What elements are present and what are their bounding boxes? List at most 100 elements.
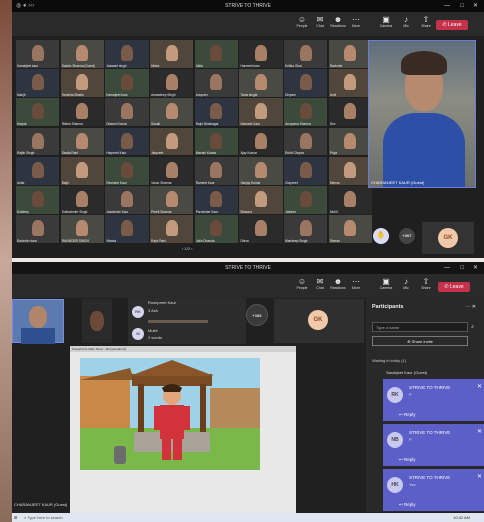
participant-tile[interactable]: Rohit Chopra: [284, 127, 328, 156]
leave-button[interactable]: ✆ Leave: [438, 282, 470, 292]
more-button[interactable]: ⋯ More: [348, 15, 364, 28]
people-button[interactable]: ☺ People: [294, 15, 310, 28]
reply-button[interactable]: ↩ Reply: [399, 502, 416, 508]
participant-tile[interactable]: Kritika Ghai: [284, 40, 328, 68]
participant-tile[interactable]: Tania singla: [239, 69, 283, 97]
participant-tile[interactable]: Rajni Rani: [150, 215, 194, 243]
participant-tile[interactable]: Dharmi Kumar: [105, 98, 149, 127]
participant-tile[interactable]: Bhawna: [239, 186, 283, 214]
overflow-count-badge[interactable]: +207: [399, 228, 415, 244]
chevron-right-icon[interactable]: ›: [190, 246, 192, 251]
participant-tile[interactable]: Mohit: [328, 186, 372, 214]
participant-tile[interactable]: Ravinder: [328, 40, 372, 68]
shared-screen[interactable]: PowerPoint Slide Show - [Presentation1]: [70, 346, 296, 514]
chat-notification[interactable]: NB STRIVE TO THRIVE P ↩ Reply ✕: [383, 424, 484, 466]
chat-notification[interactable]: RK STRIVE TO THRIVE P ↩ Reply ✕: [383, 379, 484, 421]
grid-pager[interactable]: ‹ 1/2 ›: [182, 246, 192, 251]
participant-tile[interactable]: Nisha: [150, 40, 194, 68]
participant-tile[interactable]: Savita Rani: [60, 127, 104, 156]
share-button[interactable]: ⇧ Share: [418, 277, 434, 290]
camera-button[interactable]: ▣ Camera: [378, 277, 394, 290]
participant-tile[interactable]: Anupam: [194, 69, 238, 97]
share-invite-button[interactable]: ⊕ Share invite: [372, 336, 468, 346]
participant-tile[interactable]: Kamaljeet kaur: [105, 69, 149, 97]
participant-tile[interactable]: Harpreet Kaur: [105, 127, 149, 156]
people-button[interactable]: ☺ People: [294, 277, 310, 290]
participant-tile[interactable]: Anita: [16, 156, 60, 185]
close-button[interactable]: ✕: [473, 0, 478, 12]
mic-button[interactable]: ♪ Mic: [398, 15, 414, 28]
taskbar-search[interactable]: ⌕ Type here to search: [24, 513, 63, 522]
participant-tile[interactable]: Kamaljeet kaur: [16, 40, 60, 68]
participant-tile[interactable]: Jaswant singh: [105, 40, 149, 68]
participant-tile[interactable]: Dhruv: [239, 215, 283, 243]
start-icon[interactable]: ⊞: [14, 513, 17, 522]
participant-tile[interactable]: Sanjay Kumar: [239, 156, 283, 185]
participant-tile[interactable]: Meena: [328, 156, 372, 185]
reply-button[interactable]: ↩ Reply: [399, 457, 416, 463]
hand-raise-icon[interactable]: ✋: [373, 228, 389, 244]
participant-tile[interactable]: Harshita Bhatia: [60, 69, 104, 97]
participant-tile[interactable]: Manish Kumar: [194, 127, 238, 156]
participant-tile[interactable]: Harpal: [16, 98, 60, 127]
participant-tile[interactable]: Parminder Kaur: [194, 186, 238, 214]
notification-close-icon[interactable]: ✕: [477, 473, 482, 480]
participant-tile[interactable]: Jatin Dhanda: [194, 215, 238, 243]
reply-button[interactable]: ↩ Reply: [399, 412, 416, 418]
participant-tile[interactable]: Navneet Kaur: [239, 98, 283, 127]
participant-tile[interactable]: Gurpreet: [284, 156, 328, 185]
participant-tile[interactable]: Amit: [328, 69, 372, 97]
participant-tile[interactable]: Harmeet kaur: [239, 40, 283, 68]
more-button[interactable]: ⋯ More: [348, 277, 364, 290]
participant-tile[interactable]: Sonali: [150, 98, 194, 127]
participant-tile[interactable]: Sachin Sharma (Guest): [60, 40, 104, 68]
participant-tile[interactable]: Jaspreet: [150, 127, 194, 156]
participant-tile[interactable]: Ritesh Sharma: [60, 98, 104, 127]
participant-tile[interactable]: RAVINDER SINGH: [60, 215, 104, 243]
mic-button[interactable]: ♪ Mic: [398, 277, 414, 290]
chat-button[interactable]: ✉ Chat: [312, 15, 328, 28]
participant-tile[interactable]: Dev: [328, 98, 372, 127]
participant-tile[interactable]: Simran: [328, 215, 372, 243]
notification-close-icon[interactable]: ✕: [477, 428, 482, 435]
participant-tile[interactable]: Rameet Kaur: [194, 156, 238, 185]
participant-tile[interactable]: Ravinder kaur: [16, 215, 60, 243]
minimize-button[interactable]: —: [444, 262, 450, 274]
participant-tile[interactable]: Amandeep Singh: [150, 69, 194, 97]
participant-tile[interactable]: Kuldeep: [16, 186, 60, 214]
participant-tile[interactable]: Preeti Sharma: [150, 186, 194, 214]
participant-tile[interactable]: Baljit: [60, 156, 104, 185]
maximize-button[interactable]: □: [460, 262, 464, 274]
share-button[interactable]: ⇧ Share: [418, 15, 434, 28]
panel-close-icon[interactable]: ⋯ ✕: [465, 304, 476, 310]
featured-video[interactable]: CHARANJEET KAUR (Guest): [368, 40, 476, 188]
participant-tile[interactable]: Anupama Sharma: [284, 98, 328, 127]
participant-video-small[interactable]: [82, 299, 112, 343]
reactions-button[interactable]: ☻ Reactions: [330, 277, 346, 290]
close-button[interactable]: ✕: [473, 262, 478, 274]
raise-count-badge[interactable]: +193: [246, 304, 268, 326]
participant-search-input[interactable]: Type a name: [372, 322, 468, 332]
participant-tile[interactable]: Manjit: [16, 69, 60, 97]
participant-tile[interactable]: Varun Sharma: [150, 156, 194, 185]
presenter-video[interactable]: [12, 299, 64, 344]
participant-tile[interactable]: Mamta: [105, 215, 149, 243]
participant-tile[interactable]: Mandeep Singh: [284, 215, 328, 243]
participant-tile[interactable]: Priya: [328, 127, 372, 156]
chat-button[interactable]: ✉ Chat: [312, 277, 328, 290]
chat-notification[interactable]: HK STRIVE TO THRIVE Yes ↩ Reply ✕: [383, 469, 484, 511]
participant-tile[interactable]: Rajni Bhatnagar: [194, 98, 238, 127]
camera-button[interactable]: ▣ Camera: [378, 15, 394, 28]
participant-tile[interactable]: Jasleen: [284, 186, 328, 214]
participant-tile[interactable]: Ajay Kumar: [239, 127, 283, 156]
notification-close-icon[interactable]: ✕: [477, 383, 482, 390]
participant-tile[interactable]: Ravinder Kaur: [105, 156, 149, 185]
participant-tile[interactable]: Jaswinder Kaur: [105, 186, 149, 214]
participant-tile[interactable]: Akita: [194, 40, 238, 68]
minimize-button[interactable]: —: [444, 0, 450, 12]
reactions-button[interactable]: ☻ Reactions: [330, 15, 346, 28]
leave-button[interactable]: ✆ Leave: [436, 20, 468, 30]
participant-tile[interactable]: Divyani: [284, 69, 328, 97]
participant-tile[interactable]: Rajbir Singh: [16, 127, 60, 156]
participant-tile[interactable]: Sukhwinder Singh: [60, 186, 104, 214]
